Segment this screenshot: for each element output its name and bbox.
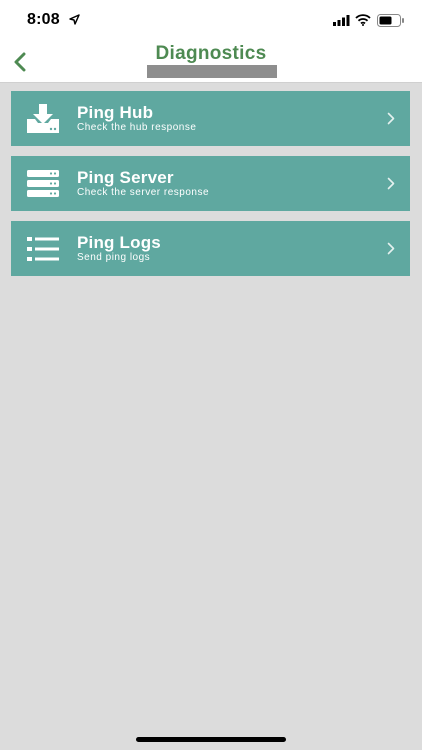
wifi-icon bbox=[355, 14, 371, 26]
battery-icon bbox=[377, 14, 404, 27]
menu-item-ping-logs[interactable]: Ping Logs Send ping logs bbox=[11, 221, 410, 276]
server-stack-icon bbox=[27, 170, 59, 197]
chevron-right-icon bbox=[387, 242, 395, 255]
status-time: 8:08 bbox=[27, 11, 60, 28]
menu-item-subtitle: Check the hub response bbox=[77, 122, 197, 133]
download-tray-icon bbox=[27, 104, 59, 133]
cellular-signal-icon bbox=[333, 15, 350, 26]
list-icon bbox=[27, 237, 59, 261]
diagnostics-menu: Ping Hub Check the hub response Ping Ser… bbox=[11, 91, 410, 286]
menu-item-title: Ping Logs bbox=[77, 233, 161, 252]
menu-item-title: Ping Server bbox=[77, 168, 174, 187]
location-arrow-icon bbox=[69, 14, 80, 25]
status-bar: 8:08 bbox=[0, 0, 422, 40]
menu-item-subtitle: Send ping logs bbox=[77, 252, 151, 263]
home-indicator[interactable] bbox=[136, 737, 286, 742]
redaction-bar bbox=[147, 65, 277, 78]
menu-item-title: Ping Hub bbox=[77, 103, 154, 122]
menu-item-ping-hub[interactable]: Ping Hub Check the hub response bbox=[11, 91, 410, 146]
page-title: Diagnostics bbox=[155, 43, 267, 64]
nav-bar: Diagnostics bbox=[0, 40, 422, 83]
menu-item-ping-server[interactable]: Ping Server Check the server response bbox=[11, 156, 410, 211]
chevron-right-icon bbox=[387, 177, 395, 190]
menu-item-subtitle: Check the server response bbox=[77, 187, 210, 198]
chevron-right-icon bbox=[387, 112, 395, 125]
